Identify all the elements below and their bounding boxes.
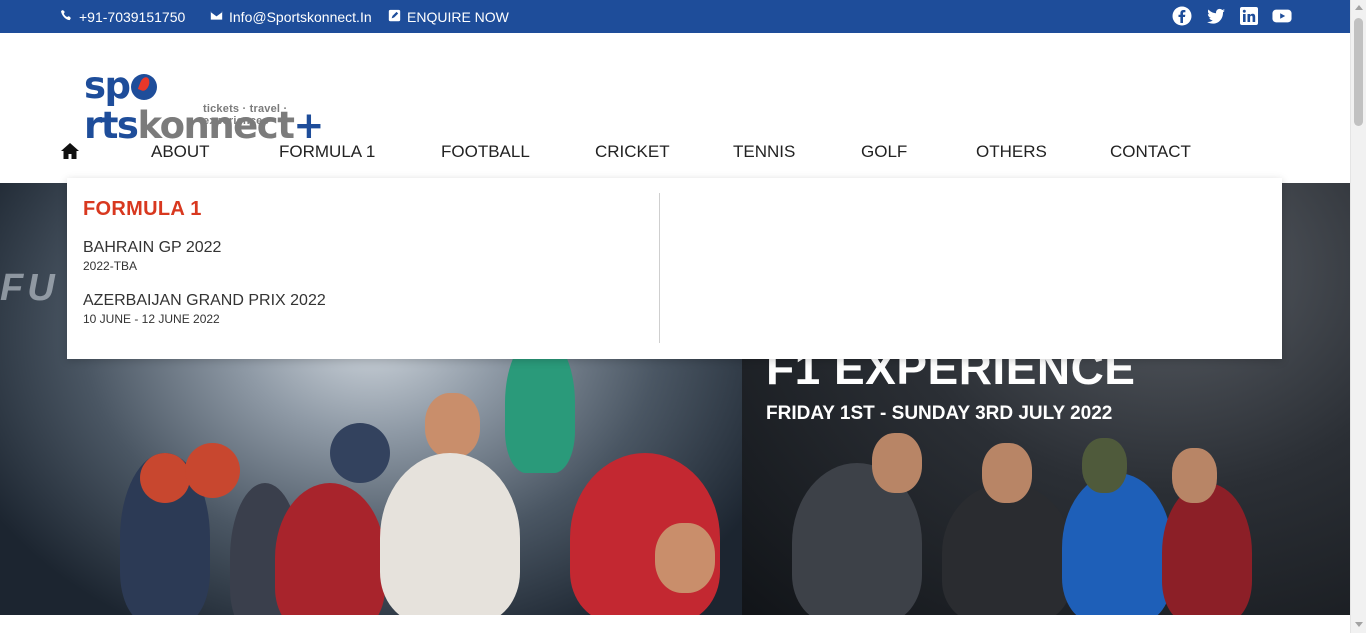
event-date: 10 JUNE - 12 JUNE 2022 — [83, 312, 220, 326]
enquire-now-label: ENQUIRE NOW — [407, 8, 509, 25]
home-icon[interactable] — [60, 142, 80, 160]
phone-link[interactable]: +91-7039151750 — [60, 0, 185, 33]
twitter-icon[interactable] — [1206, 6, 1226, 26]
nav-golf[interactable]: GOLF — [861, 142, 907, 162]
phone-icon — [60, 9, 73, 25]
sportskonnect-logo[interactable]: sprtskonnect+ tickets · travel · experie… — [84, 66, 354, 146]
scrollbar-thumb[interactable] — [1354, 18, 1363, 126]
nav-formula-1[interactable]: FORMULA 1 — [279, 142, 375, 162]
scroll-down-icon[interactable] — [1355, 622, 1363, 627]
email-address: Info@Sportskonnect.In — [229, 8, 372, 25]
edit-icon — [388, 9, 401, 25]
formula-1-dropdown-menu: FORMULA 1 BAHRAIN GP 2022 2022-TBA AZERB… — [67, 178, 1282, 359]
dropdown-divider — [659, 193, 660, 343]
nav-contact[interactable]: CONTACT — [1110, 142, 1191, 162]
logo-tagline: tickets · travel · experiences — [203, 103, 288, 127]
page-scrollbar[interactable] — [1350, 0, 1366, 633]
top-contact-bar: +91-7039151750 Info@Sportskonnect.In ENQ… — [0, 0, 1350, 33]
nav-about[interactable]: ABOUT — [151, 142, 210, 162]
phone-number: +91-7039151750 — [79, 8, 186, 25]
facebook-icon[interactable] — [1172, 6, 1192, 26]
nav-others[interactable]: OTHERS — [976, 142, 1047, 162]
event-name[interactable]: AZERBAIJAN GRAND PRIX 2022 — [83, 292, 326, 310]
scroll-up-icon[interactable] — [1355, 5, 1363, 10]
dropdown-event-azerbaijan[interactable]: AZERBAIJAN GRAND PRIX 2022 10 JUNE - 12 … — [83, 292, 326, 326]
event-date: 2022-TBA — [83, 259, 138, 273]
dropdown-heading[interactable]: FORMULA 1 — [83, 198, 202, 221]
nav-football[interactable]: FOOTBALL — [441, 142, 530, 162]
nav-tennis[interactable]: TENNIS — [733, 142, 795, 162]
linkedin-icon[interactable] — [1239, 6, 1259, 26]
nav-cricket[interactable]: CRICKET — [595, 142, 670, 162]
envelope-icon — [210, 9, 223, 25]
enquire-now-link[interactable]: ENQUIRE NOW — [388, 0, 509, 33]
page-bottom-area — [0, 615, 1350, 633]
hero-date: FRIDAY 1ST - SUNDAY 3RD JULY 2022 — [766, 403, 1113, 424]
email-link[interactable]: Info@Sportskonnect.In — [210, 0, 372, 33]
youtube-icon[interactable] — [1272, 6, 1292, 26]
hero-background-text: FU — [0, 267, 59, 309]
dropdown-event-bahrain[interactable]: BAHRAIN GP 2022 2022-TBA — [83, 239, 221, 273]
event-name[interactable]: BAHRAIN GP 2022 — [83, 239, 221, 257]
